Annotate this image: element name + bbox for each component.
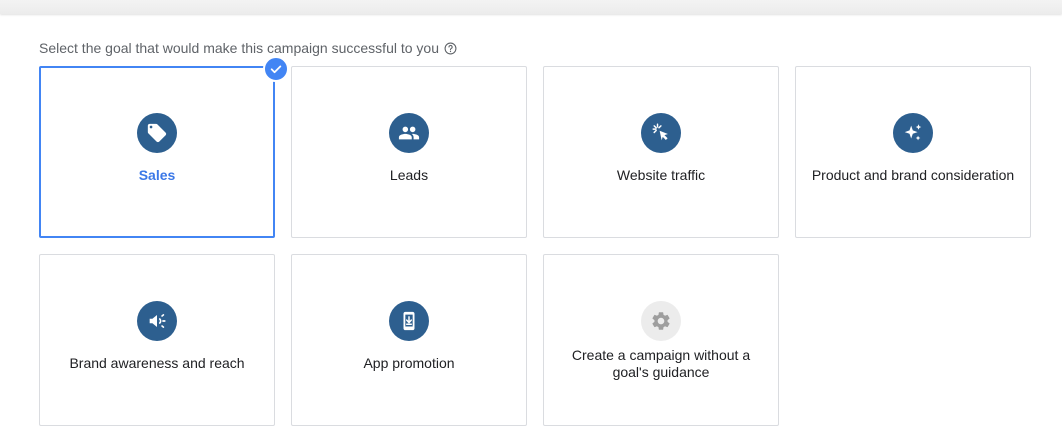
goal-card-label: Product and brand consideration	[811, 167, 1015, 183]
goal-prompt: Select the goal that would make this cam…	[39, 40, 457, 56]
phone-download-icon	[389, 301, 429, 341]
top-bar	[0, 0, 1062, 14]
goal-card-label: Sales	[138, 167, 176, 183]
megaphone-icon	[137, 301, 177, 341]
goal-card-brand-awareness-reach[interactable]: Brand awareness and reach	[39, 254, 275, 426]
goal-card-label: Brand awareness and reach	[69, 355, 245, 371]
goal-card-label: App promotion	[363, 355, 455, 371]
goal-card-label: Leads	[389, 167, 429, 183]
goal-card-website-traffic[interactable]: Website traffic	[543, 66, 779, 238]
campaign-goal-page: Select the goal that would make this cam…	[0, 0, 1062, 439]
goal-card-label: Website traffic	[616, 167, 706, 183]
goal-card-app-promotion[interactable]: App promotion	[291, 254, 527, 426]
goal-card-no-guidance[interactable]: Create a campaign without a goal's guida…	[543, 254, 779, 426]
sparkle-icon	[893, 113, 933, 153]
goal-card-product-brand-consideration[interactable]: Product and brand consideration	[795, 66, 1031, 238]
gear-icon	[641, 301, 681, 341]
cursor-click-icon	[641, 113, 681, 153]
sales-tag-icon	[137, 113, 177, 153]
people-icon	[389, 113, 429, 153]
goal-card-label: Create a campaign without a goal's guida…	[571, 347, 751, 380]
selected-check-icon	[263, 56, 289, 82]
help-circle-icon[interactable]	[444, 42, 457, 55]
goal-prompt-text: Select the goal that would make this cam…	[39, 40, 439, 56]
goal-card-leads[interactable]: Leads	[291, 66, 527, 238]
goal-card-sales[interactable]: Sales	[39, 56, 289, 238]
